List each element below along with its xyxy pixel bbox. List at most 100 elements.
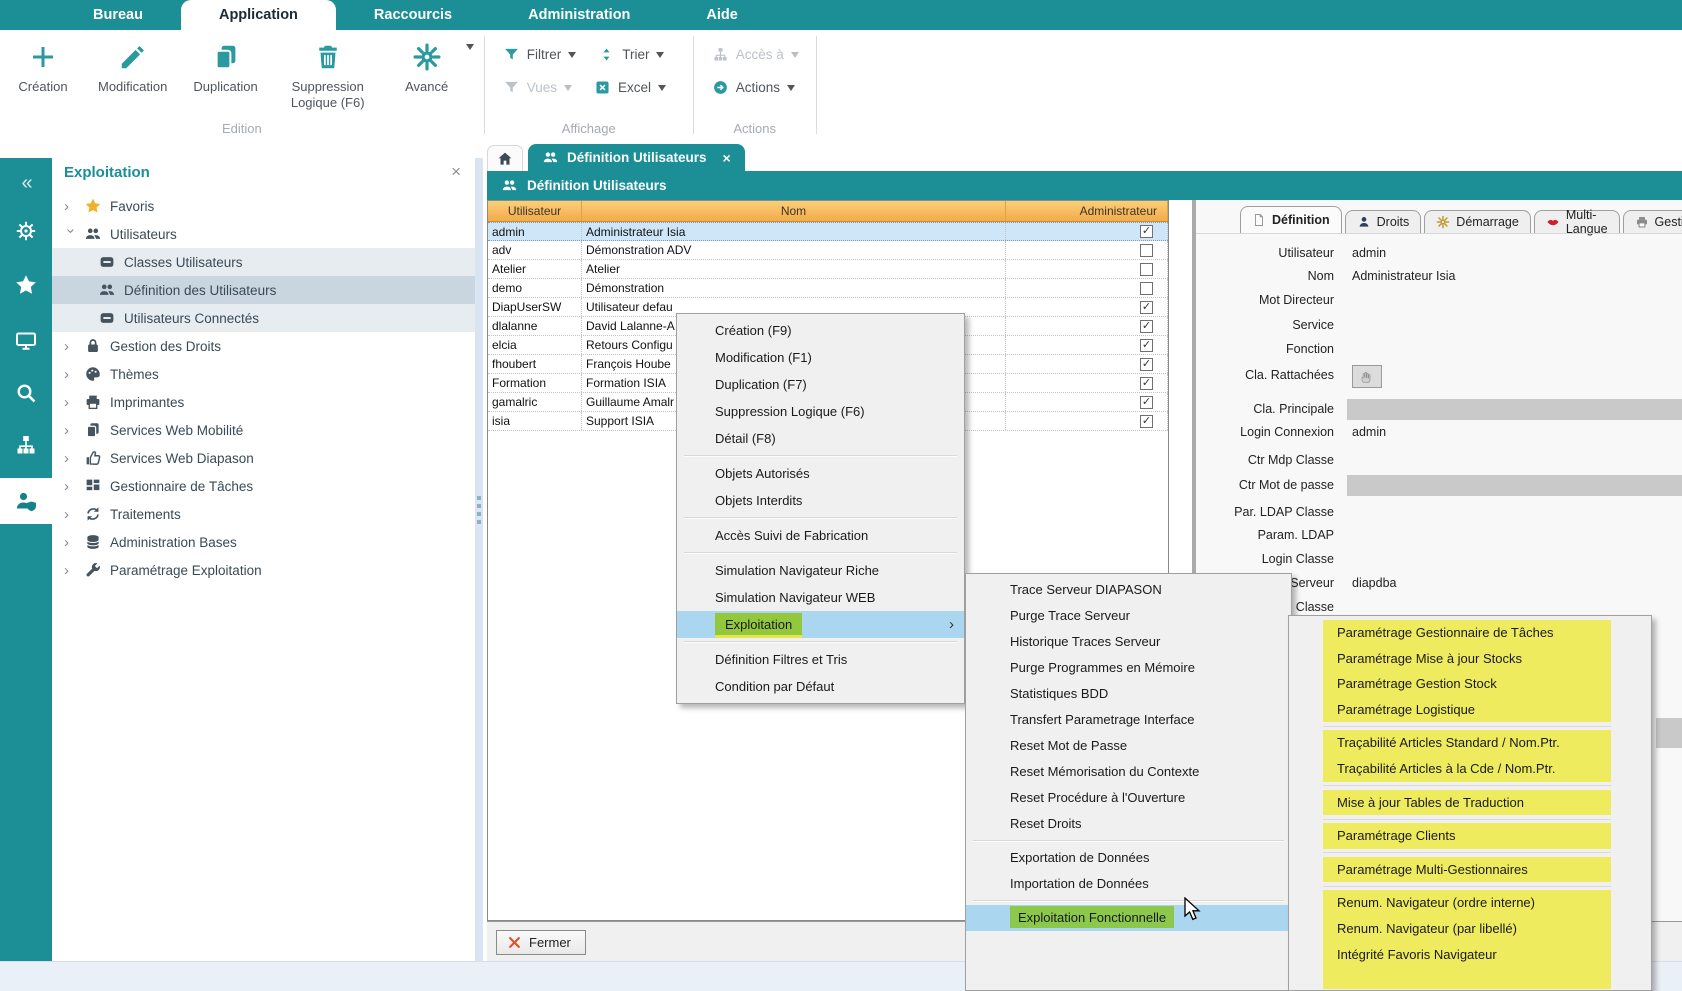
tree-expander-icon[interactable]: › (64, 562, 78, 579)
top-tab-bureau[interactable]: Bureau (55, 0, 181, 30)
sidebar-item-themes[interactable]: ›Thèmes (52, 360, 475, 388)
table-row-adv[interactable]: advDémonstration ADV (488, 241, 1168, 260)
tree-expander-icon[interactable]: › (63, 228, 80, 242)
menu-item-purge-programmes-en-memoire[interactable]: Purge Programmes en Mémoire (966, 655, 1291, 681)
ribbon-button-actions[interactable]: Actions (712, 79, 795, 96)
menu-item-parametrage-gestionnaire-de-taches[interactable]: Paramétrage Gestionnaire de Tâches (1323, 620, 1611, 646)
menu-item-simulation-navigateur-riche[interactable]: Simulation Navigateur Riche (677, 557, 964, 584)
menu-item-integrite-favoris-navigateur[interactable]: Intégrité Favoris Navigateur (1323, 942, 1611, 968)
ribbon-button-trier[interactable]: Trier (598, 46, 664, 63)
table-row-demo[interactable]: demoDémonstration (488, 279, 1168, 298)
tree-expander-icon[interactable]: › (64, 338, 78, 355)
rail-item-helm-icon[interactable] (0, 212, 52, 250)
menu-item-exploitation[interactable]: Exploitation› (677, 611, 964, 638)
sidebar-item-parametrage-exploitation[interactable]: ›Paramétrage Exploitation (52, 556, 475, 584)
ribbon-button-modification[interactable]: Modification (98, 42, 167, 95)
top-tab-raccourcis[interactable]: Raccourcis (336, 0, 490, 30)
tree-expander-icon[interactable]: › (64, 534, 78, 551)
column-header-nom[interactable]: Nom (582, 201, 1006, 221)
menu-item-trace-serveur-diapason[interactable]: Trace Serveur DIAPASON (966, 577, 1291, 603)
menu-item-creation-f9[interactable]: Création (F9) (677, 317, 964, 344)
rail-item-user-shield-icon[interactable] (0, 478, 52, 524)
menu-item-reset-memorisation-du-contexte[interactable]: Reset Mémorisation du Contexte (966, 759, 1291, 785)
rail-item-search-icon[interactable] (0, 374, 52, 412)
menu-item-detail-f8[interactable]: Détail (F8) (677, 425, 964, 452)
top-tab-administration[interactable]: Administration (490, 0, 668, 30)
menu-item-reset-droits[interactable]: Reset Droits (966, 811, 1291, 837)
menu-item-mise-a-jour-tables-de-traduction[interactable]: Mise à jour Tables de Traduction (1323, 790, 1611, 816)
menu-item-definition-filtres-et-tris[interactable]: Définition Filtres et Tris (677, 646, 964, 673)
tree-expander-icon[interactable]: › (64, 478, 78, 495)
ribbon-button-avance[interactable]: Avancé (398, 42, 456, 95)
table-row-atelier[interactable]: AtelierAtelier (488, 260, 1168, 279)
sidebar-item-definition-des-utilisateurs[interactable]: Définition des Utilisateurs (52, 276, 475, 304)
rail-item-hierarchy-icon[interactable] (0, 426, 52, 464)
sidebar-item-imprimantes[interactable]: ›Imprimantes (52, 388, 475, 416)
ribbon-button-acces-a[interactable]: Accès à (712, 46, 799, 63)
menu-item-transfert-parametrage-interface[interactable]: Transfert Parametrage Interface (966, 707, 1291, 733)
sidebar-item-traitements[interactable]: ›Traitements (52, 500, 475, 528)
ribbon-button-vues[interactable]: Vues (503, 79, 572, 96)
menu-item-simulation-navigateur-web[interactable]: Simulation Navigateur WEB (677, 584, 964, 611)
tab-demarrage[interactable]: Démarrage (1424, 210, 1531, 233)
rail-item-collapse-icon[interactable]: « (0, 164, 52, 202)
ribbon-button-filtrer[interactable]: Filtrer (503, 46, 577, 63)
menu-item-objets-autorises[interactable]: Objets Autorisés (677, 460, 964, 487)
ribbon-button-excel[interactable]: Excel (594, 79, 666, 96)
tab-close-icon[interactable]: × (723, 150, 731, 166)
tab-home[interactable] (487, 145, 523, 171)
menu-item-parametrage-multi-gestionnaires[interactable]: Paramétrage Multi-Gestionnaires (1323, 857, 1611, 883)
menu-item-modification-f1[interactable]: Modification (F1) (677, 344, 964, 371)
tree-expander-icon[interactable]: › (64, 394, 78, 411)
menu-item-historique-traces-serveur[interactable]: Historique Traces Serveur (966, 629, 1291, 655)
sidebar-item-utilisateurs-connectes[interactable]: Utilisateurs Connectés (52, 304, 475, 332)
sidebar-item-classes-utilisateurs[interactable]: Classes Utilisateurs (52, 248, 475, 276)
tree-expander-icon[interactable]: › (64, 506, 78, 523)
menu-item-purge-trace-serveur[interactable]: Purge Trace Serveur (966, 603, 1291, 629)
menu-item-duplication-f7[interactable]: Duplication (F7) (677, 371, 964, 398)
menu-item-importation-de-donnees[interactable]: Importation de Données (966, 871, 1291, 897)
nav-close-icon[interactable]: × (451, 162, 461, 182)
rail-item-star-icon[interactable] (0, 266, 52, 304)
menu-item-suppression-logique-f6[interactable]: Suppression Logique (F6) (677, 398, 964, 425)
tree-expander-icon[interactable]: › (64, 366, 78, 383)
tree-expander-icon[interactable]: › (64, 198, 78, 215)
menu-item-tracabilite-articles-a-la-cde-nom-ptr[interactable]: Traçabilité Articles à la Cde / Nom.Ptr. (1323, 756, 1611, 782)
sidebar-item-services-web-diapason[interactable]: ›Services Web Diapason (52, 444, 475, 472)
menu-item-parametrage-mise-a-jour-stocks[interactable]: Paramétrage Mise à jour Stocks (1323, 646, 1611, 672)
column-header-utilisateur[interactable]: Utilisateur (488, 201, 582, 221)
rail-item-monitor-icon[interactable] (0, 322, 52, 360)
panel-splitter[interactable] (475, 158, 483, 961)
ribbon-button-duplication[interactable]: Duplication (193, 42, 257, 95)
tree-expander-icon[interactable]: › (64, 422, 78, 439)
ribbon-button-suppression-logique-f6[interactable]: Suppression Logique (F6) (284, 42, 372, 112)
sidebar-item-utilisateurs[interactable]: ›Utilisateurs (52, 220, 475, 248)
cla-rattachees-button[interactable] (1352, 365, 1382, 388)
tab-multi-langue[interactable]: Multi-Langue (1534, 210, 1620, 233)
menu-item-condition-par-defaut[interactable]: Condition par Défaut (677, 673, 964, 700)
column-header-administrateur[interactable]: Administrateur (1006, 201, 1168, 221)
tree-expander-icon[interactable]: › (64, 450, 78, 467)
menu-item-tracabilite-articles-standard-nom-ptr[interactable]: Traçabilité Articles Standard / Nom.Ptr. (1323, 730, 1611, 756)
menu-item-parametrage-gestion-stock[interactable]: Paramétrage Gestion Stock (1323, 671, 1611, 697)
top-tab-aide[interactable]: Aide (668, 0, 775, 30)
sidebar-item-administration-bases[interactable]: ›Administration Bases (52, 528, 475, 556)
menu-item-renum-navigateur-par-libelle[interactable]: Renum. Navigateur (par libellé) (1323, 916, 1611, 942)
tab-definition[interactable]: Définition (1240, 206, 1342, 233)
menu-item-parametrage-logistique[interactable]: Paramétrage Logistique (1323, 697, 1611, 723)
menu-item-exploitation-fonctionnelle[interactable]: Exploitation Fonctionnelle (966, 905, 1291, 931)
menu-item-reset-mot-de-passe[interactable]: Reset Mot de Passe (966, 733, 1291, 759)
menu-item-acces-suivi-de-fabrication[interactable]: Accès Suivi de Fabrication (677, 522, 964, 549)
sidebar-item-favoris[interactable]: ›Favoris (52, 192, 475, 220)
sidebar-item-services-web-mobilite[interactable]: ›Services Web Mobilité (52, 416, 475, 444)
ribbon-button-creation[interactable]: Création (14, 42, 72, 95)
tab-definition-utilisateurs[interactable]: Définition Utilisateurs × (528, 144, 745, 171)
menu-item-renum-navigateur-ordre-interne[interactable]: Renum. Navigateur (ordre interne) (1323, 890, 1611, 916)
fermer-button[interactable]: Fermer (496, 930, 586, 955)
sidebar-item-gestion-des-droits[interactable]: ›Gestion des Droits (52, 332, 475, 360)
table-row-admin[interactable]: adminAdministrateur Isia✓ (488, 222, 1168, 241)
menu-item-parametrage-clients[interactable]: Paramétrage Clients (1323, 823, 1611, 849)
menu-item-reset-procedure-a-l-ouverture[interactable]: Reset Procédure à l'Ouverture (966, 785, 1291, 811)
tab-gestion[interactable]: Gestion (1623, 210, 1682, 233)
menu-item-statistiques-bdd[interactable]: Statistiques BDD (966, 681, 1291, 707)
